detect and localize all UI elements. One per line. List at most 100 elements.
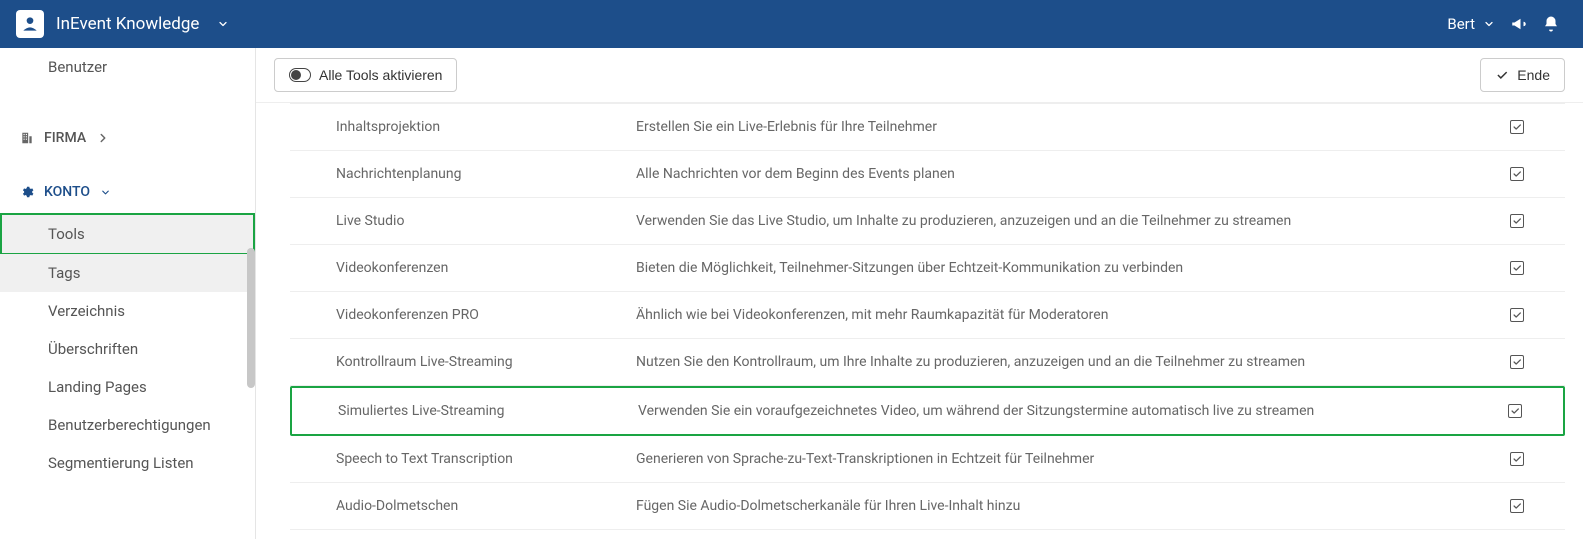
tool-description: Fügen Sie Audio-Dolmetscherkanäle für Ih… [636,498,1487,514]
tool-checkbox[interactable] [1508,404,1522,418]
sidebar-item-label: Landing Pages [48,378,147,396]
tool-name: Inhaltsprojektion [336,119,636,135]
main: Alle Tools aktivieren Ende Inhaltsprojek… [256,48,1583,539]
tool-checkbox[interactable] [1510,120,1524,134]
tool-checkbox[interactable] [1510,167,1524,181]
sidebar-item-label: Tags [48,264,80,282]
sidebar-scrollbar[interactable] [247,48,255,539]
sidebar-section-label: FIRMA [44,130,86,146]
check-icon [1512,216,1522,226]
sidebar-item-tools[interactable]: Tools [0,213,255,255]
chevron-down-icon [100,187,111,198]
sidebar-item-segmentierung-listen[interactable]: Segmentierung Listen [0,444,255,482]
check-icon [1495,68,1509,82]
tool-name: Kontrollraum Live-Streaming [336,354,636,370]
tool-row: VideokonferenzenBieten die Möglichkeit, … [290,245,1565,292]
tool-row: Live StudioVerwenden Sie das Live Studio… [290,198,1565,245]
notifications-button[interactable] [1535,0,1567,48]
sidebar-item-ueberschriften[interactable]: Überschriften [0,330,255,368]
ende-button[interactable]: Ende [1480,58,1565,92]
tool-checkbox-cell [1487,452,1547,466]
check-icon [1512,357,1522,367]
tool-checkbox[interactable] [1510,452,1524,466]
tool-checkbox-cell [1487,214,1547,228]
tool-row: Audio-DolmetschenFügen Sie Audio-Dolmets… [290,483,1565,530]
sidebar-section-label: KONTO [44,184,90,200]
check-icon [1512,454,1522,464]
sidebar-section-firma[interactable]: FIRMA [0,116,255,160]
tool-checkbox[interactable] [1510,214,1524,228]
tool-checkbox[interactable] [1510,499,1524,513]
tool-checkbox-cell [1487,261,1547,275]
activate-all-tools-button[interactable]: Alle Tools aktivieren [274,58,457,92]
tool-checkbox[interactable] [1510,355,1524,369]
sidebar-item-label: Verzeichnis [48,302,125,320]
tool-checkbox-cell [1487,308,1547,322]
tool-description: Verwenden Sie ein voraufgezeichnetes Vid… [638,403,1485,419]
button-label: Alle Tools aktivieren [319,67,442,83]
sidebar-item-verzeichnis[interactable]: Verzeichnis [0,292,255,330]
tool-checkbox-cell [1487,120,1547,134]
sidebar: Benutzer FIRMA KONTO Tools Tags Verzeich… [0,48,256,539]
tool-checkbox-cell [1485,404,1545,418]
tool-checkbox-cell [1487,355,1547,369]
button-label: Ende [1517,67,1550,83]
tool-name: Audio-Dolmetschen [336,498,636,514]
tool-description: Nutzen Sie den Kontrollraum, um Ihre Inh… [636,354,1487,370]
check-icon [1512,501,1522,511]
tool-row: Kontrollraum Live-StreamingNutzen Sie de… [290,339,1565,386]
tool-name: Simuliertes Live-Streaming [338,403,638,419]
toolbar: Alle Tools aktivieren Ende [256,48,1583,103]
sidebar-item-label: Benutzerberechtigungen [48,416,211,434]
tool-description: Erstellen Sie ein Live-Erlebnis für Ihre… [636,119,1487,135]
app-logo [16,10,44,38]
tool-name: Videokonferenzen PRO [336,307,636,323]
tool-description: Bieten die Möglichkeit, Teilnehmer-Sitzu… [636,260,1487,276]
tool-row: Simuliertes Live-StreamingVerwenden Sie … [290,386,1565,436]
announcement-button[interactable] [1503,0,1535,48]
tool-row: InhaltsprojektionErstellen Sie ein Live-… [290,103,1565,151]
check-icon [1512,310,1522,320]
chevron-right-icon [96,131,110,145]
check-icon [1512,263,1522,273]
tool-checkbox[interactable] [1510,308,1524,322]
chevron-down-icon [1483,18,1495,30]
tool-name: Videokonferenzen [336,260,636,276]
tool-checkbox[interactable] [1510,261,1524,275]
sidebar-item-landing-pages[interactable]: Landing Pages [0,368,255,406]
tool-description: Alle Nachrichten vor dem Beginn des Even… [636,166,1487,182]
app-title-dropdown[interactable]: InEvent Knowledge [56,14,229,34]
building-icon [20,131,34,145]
tool-name: Nachrichtenplanung [336,166,636,182]
tool-description: Verwenden Sie das Live Studio, um Inhalt… [636,213,1487,229]
toggle-icon [289,68,311,82]
user-menu[interactable]: Bert [1439,15,1503,33]
sidebar-section-konto[interactable]: KONTO [0,170,255,214]
sidebar-item-label: Überschriften [48,340,138,358]
topbar: InEvent Knowledge Bert [0,0,1583,48]
sidebar-item-label: Benutzer [48,58,107,76]
user-name: Bert [1447,15,1475,33]
tool-name: Speech to Text Transcription [336,451,636,467]
tool-row: Speech to Text TranscriptionGenerieren v… [290,436,1565,483]
tool-row: Videokonferenzen PROÄhnlich wie bei Vide… [290,292,1565,339]
sidebar-scrollbar-thumb[interactable] [247,248,255,388]
sidebar-item-benutzer[interactable]: Benutzer [0,48,255,86]
chevron-down-icon [217,18,229,30]
tool-checkbox-cell [1487,499,1547,513]
check-icon [1512,122,1522,132]
sidebar-item-benutzerberechtigungen[interactable]: Benutzerberechtigungen [0,406,255,444]
tool-name: Live Studio [336,213,636,229]
check-icon [1510,406,1520,416]
sidebar-item-label: Tools [48,225,85,243]
tool-checkbox-cell [1487,167,1547,181]
sidebar-item-tags[interactable]: Tags [0,254,255,292]
bullhorn-icon [1510,15,1528,33]
tools-list: InhaltsprojektionErstellen Sie ein Live-… [256,103,1583,539]
tool-description: Generieren von Sprache-zu-Text-Transkrip… [636,451,1487,467]
bell-icon [1542,15,1560,33]
check-icon [1512,169,1522,179]
sidebar-item-label: Segmentierung Listen [48,454,194,472]
tool-row: NachrichtenplanungAlle Nachrichten vor d… [290,151,1565,198]
app-title: InEvent Knowledge [56,14,199,34]
